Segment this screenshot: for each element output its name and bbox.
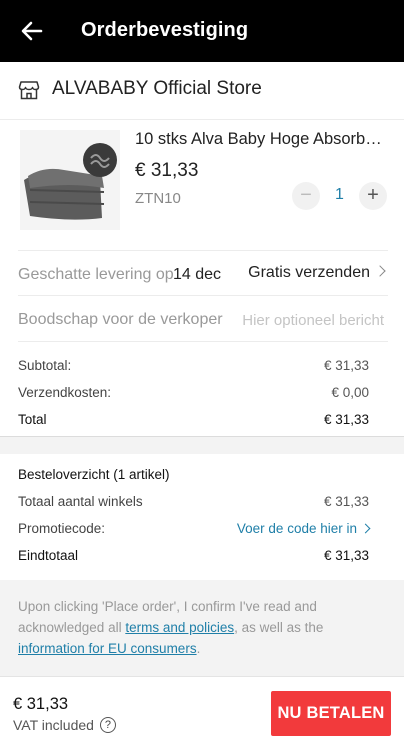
subtotal-value: € 31,33: [323, 358, 369, 373]
product-variant: ZTN10: [135, 190, 181, 207]
quantity-stepper: − 1 +: [292, 182, 388, 210]
notice-text: , as well as the: [234, 620, 324, 635]
shipping-option-label: Gratis verzenden: [248, 264, 370, 281]
vat-note: VAT included ?: [13, 717, 116, 733]
back-button[interactable]: [16, 15, 48, 47]
total-label: Total: [18, 412, 47, 427]
promo-code-link[interactable]: Voer de code hier in: [236, 521, 371, 536]
vat-label: VAT included: [13, 717, 94, 733]
product-image[interactable]: [20, 130, 120, 230]
promo-code-link-text: Voer de code hier in: [236, 521, 357, 536]
top-bar: Orderbevestiging: [0, 0, 404, 62]
shipping-cost-row: Verzendkosten: € 0,00: [18, 385, 369, 407]
decrease-quantity-button[interactable]: −: [292, 182, 320, 210]
section-divider: [0, 436, 404, 454]
notice-text: .: [196, 641, 201, 656]
store-row[interactable]: ALVABABY Official Store: [0, 62, 404, 120]
checkout-footer: € 31,33 VAT included ? NU BETALEN: [0, 676, 404, 750]
grand-total-value: € 31,33: [323, 548, 369, 563]
store-icon: [18, 81, 40, 100]
shipping-option[interactable]: Gratis verzenden: [248, 264, 386, 282]
quantity-value: 1: [335, 186, 344, 203]
promo-code-row: Promotiecode: Voer de code hier in: [18, 521, 371, 543]
order-overview-title: Besteloverzicht (1 artikel): [18, 467, 369, 489]
product-item: 10 stks Alva Baby Hoge Absorberende € 31…: [0, 120, 404, 250]
chevron-right-icon: [360, 523, 371, 534]
pay-now-button[interactable]: NU BETALEN: [271, 691, 391, 736]
grand-total-label: Eindtotaal: [18, 548, 79, 563]
grand-total-row: Eindtotaal € 31,33: [18, 548, 369, 570]
total-value: € 31,33: [323, 412, 369, 427]
terms-link[interactable]: terms and policies: [125, 620, 234, 635]
subtotal-row: Subtotal: € 31,33: [18, 358, 369, 380]
shipping-cost-value: € 0,00: [331, 385, 369, 400]
terms-notice: Upon clicking 'Place order', I confirm I…: [0, 580, 404, 676]
stores-total-value: € 31,33: [323, 494, 369, 509]
seller-message-input[interactable]: [224, 308, 384, 332]
page-title: Orderbevestiging: [81, 19, 249, 41]
product-photo: [20, 130, 120, 230]
stores-total-row: Totaal aantal winkels € 31,33: [18, 494, 369, 516]
delivery-label: Geschatte levering op: [18, 266, 174, 283]
help-icon[interactable]: ?: [99, 717, 116, 733]
order-overview-label: Besteloverzicht (1 artikel): [18, 467, 170, 482]
total-row: Total € 31,33: [18, 412, 369, 434]
footer-total-price: € 31,33: [13, 695, 69, 713]
eu-info-link[interactable]: information for EU consumers: [18, 641, 197, 656]
seller-message-label: Boodschap voor de verkoper: [18, 311, 223, 328]
seller-message-row: Boodschap voor de verkoper: [18, 296, 388, 342]
chevron-right-icon: [374, 265, 386, 277]
delivery-row: Geschatte levering op 14 dec Gratis verz…: [18, 250, 388, 296]
delivery-date: 14 dec: [173, 266, 222, 283]
subtotal-label: Subtotal:: [18, 358, 72, 373]
product-price: € 31,33: [135, 160, 199, 181]
stores-total-label: Totaal aantal winkels: [18, 494, 143, 509]
product-title[interactable]: 10 stks Alva Baby Hoge Absorberende: [135, 130, 390, 149]
promo-code-label: Promotiecode:: [18, 521, 106, 536]
shipping-cost-label: Verzendkosten:: [18, 385, 112, 400]
increase-quantity-button[interactable]: +: [359, 182, 387, 210]
store-name: ALVABABY Official Store: [52, 78, 262, 99]
arrow-left-icon: [21, 21, 43, 41]
